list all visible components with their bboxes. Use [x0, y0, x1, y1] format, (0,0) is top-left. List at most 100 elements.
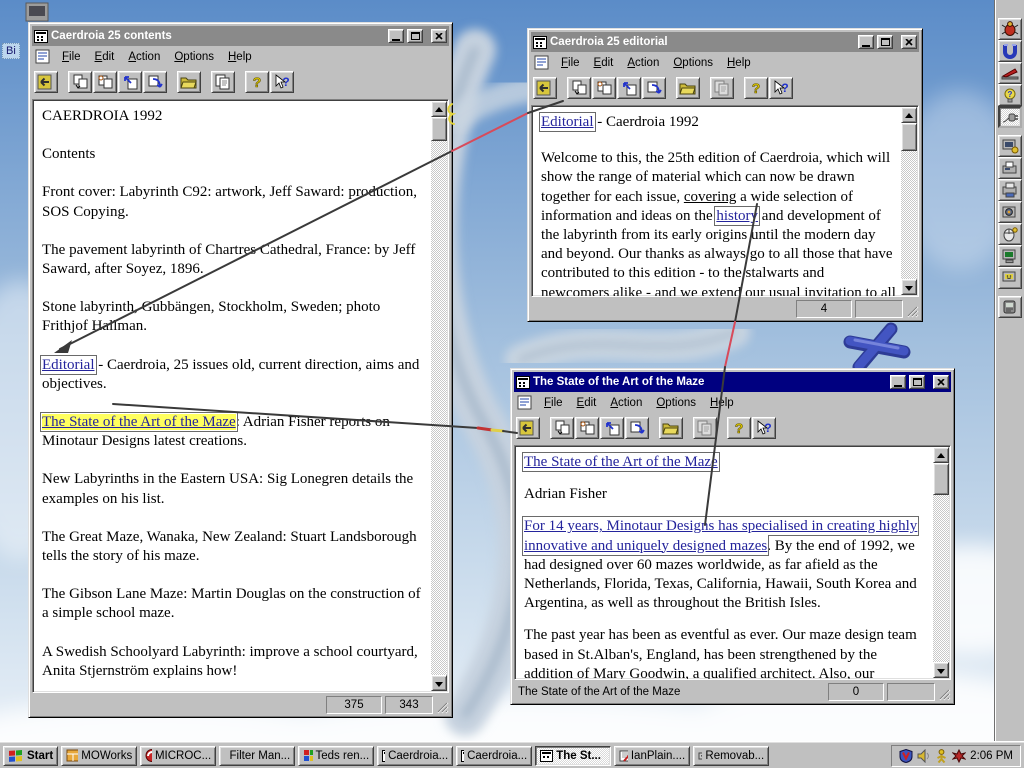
menu-edit[interactable]: Edit	[587, 55, 621, 71]
scrollbar-thumb[interactable]	[431, 117, 447, 141]
printer-icon[interactable]	[998, 179, 1022, 201]
scroll-up-button[interactable]	[901, 107, 917, 123]
taskbar-button-state-of-art[interactable]: The St...	[535, 745, 612, 766]
maximize-button[interactable]	[877, 35, 893, 49]
bug-icon[interactable]	[998, 18, 1022, 40]
scroll-up-button[interactable]	[431, 101, 447, 117]
menu-file[interactable]: File	[55, 49, 88, 65]
taskbar-button-microcosm[interactable]: MICROC...	[140, 745, 217, 766]
scheduler-person-icon[interactable]	[935, 748, 948, 763]
scrollbar-track[interactable]	[933, 463, 949, 662]
close-button[interactable]	[901, 35, 917, 49]
menu-edit[interactable]: Edit	[88, 49, 122, 65]
menu-options[interactable]: Options	[649, 395, 703, 411]
follow-link-button[interactable]	[550, 417, 574, 439]
resize-grip[interactable]	[436, 701, 449, 714]
titlebar[interactable]: The State of the Art of the Maze	[514, 372, 951, 392]
resize-grip[interactable]	[938, 688, 951, 701]
menu-action[interactable]: Action	[620, 55, 666, 71]
scrollbar-thumb[interactable]	[901, 123, 917, 151]
follow-link-button[interactable]	[567, 77, 591, 99]
editorial-link[interactable]: Editorial	[40, 354, 97, 375]
context-help-button[interactable]: ?	[752, 417, 776, 439]
menu-edit[interactable]: Edit	[570, 395, 604, 411]
maximize-button[interactable]	[407, 29, 423, 43]
help-button[interactable]: ?	[727, 417, 751, 439]
end-link-button[interactable]	[625, 417, 649, 439]
follow-link-button[interactable]	[68, 71, 92, 93]
maximize-button[interactable]	[909, 375, 925, 389]
history-link[interactable]: history	[714, 205, 761, 226]
menu-action[interactable]: Action	[603, 395, 649, 411]
obscured-desktop-icon-label[interactable]: Bi	[2, 43, 20, 59]
computer-coin-icon[interactable]	[998, 135, 1022, 157]
terminal-smiley-icon[interactable]	[998, 267, 1022, 289]
scroll-up-button[interactable]	[933, 447, 949, 463]
handheld-icon[interactable]	[998, 296, 1022, 318]
open-file-button[interactable]	[676, 77, 700, 99]
taskbar-button-filter-manager[interactable]: Filter Man...	[219, 745, 296, 766]
copy-button[interactable]	[693, 417, 717, 439]
end-link-button[interactable]	[642, 77, 666, 99]
end-link-button[interactable]	[143, 71, 167, 93]
context-help-button[interactable]: ?	[270, 71, 294, 93]
menu-file[interactable]: File	[537, 395, 570, 411]
menu-options[interactable]: Options	[167, 49, 221, 65]
antivirus-shield-icon[interactable]	[899, 748, 913, 763]
obscured-desktop-icon[interactable]	[25, 2, 49, 22]
context-help-button[interactable]: ?	[769, 77, 793, 99]
copy-button[interactable]	[211, 71, 235, 93]
menu-help[interactable]: Help	[703, 395, 741, 411]
menu-options[interactable]: Options	[666, 55, 720, 71]
menu-help[interactable]: Help	[720, 55, 758, 71]
help-button[interactable]: ?	[744, 77, 768, 99]
fax-icon[interactable]	[998, 157, 1022, 179]
taskbar-button-removable[interactable]: Removab...	[693, 745, 770, 766]
resize-grip[interactable]	[906, 305, 919, 318]
taskbar-button-caerdroia-1[interactable]: Caerdroia...	[377, 745, 454, 766]
minimize-button[interactable]	[890, 375, 906, 389]
minimize-button[interactable]	[388, 29, 404, 43]
menu-file[interactable]: File	[554, 55, 587, 71]
start-link-button[interactable]	[600, 417, 624, 439]
menu-action[interactable]: Action	[121, 49, 167, 65]
taskbar-button-moworks[interactable]: MOWorks	[61, 745, 138, 766]
close-button[interactable]	[431, 29, 447, 43]
menu-help[interactable]: Help	[221, 49, 259, 65]
vertical-scrollbar[interactable]	[933, 447, 949, 678]
taskbar-button-ianplain[interactable]: IanPlain....	[614, 745, 691, 766]
exit-button[interactable]	[533, 77, 557, 99]
titlebar[interactable]: Caerdroia 25 contents	[32, 26, 449, 46]
exit-button[interactable]	[34, 71, 58, 93]
help-button[interactable]: ?	[245, 71, 269, 93]
scroll-down-button[interactable]	[431, 675, 447, 691]
copy-button[interactable]	[710, 77, 734, 99]
open-file-button[interactable]	[659, 417, 683, 439]
show-links-button[interactable]	[592, 77, 616, 99]
show-links-button[interactable]	[93, 71, 117, 93]
camera-icon[interactable]	[998, 201, 1022, 223]
editorial-link[interactable]: Editorial	[539, 112, 596, 132]
terminal-green-icon[interactable]	[998, 245, 1022, 267]
minimize-button[interactable]	[858, 35, 874, 49]
taskbar-button-teds[interactable]: Teds ren...	[298, 745, 375, 766]
covering-anchor[interactable]: covering	[684, 189, 736, 205]
volume-icon[interactable]	[917, 748, 931, 763]
stapler-icon[interactable]	[998, 62, 1022, 84]
scroll-down-button[interactable]	[933, 662, 949, 678]
scrollbar-thumb[interactable]	[933, 463, 949, 495]
open-file-button[interactable]	[177, 71, 201, 93]
start-link-button[interactable]	[118, 71, 142, 93]
vertical-scrollbar[interactable]	[901, 107, 917, 295]
start-link-button[interactable]	[617, 77, 641, 99]
taskbar-clock[interactable]: 2:06 PM	[970, 750, 1013, 762]
scroll-down-button[interactable]	[901, 279, 917, 295]
scrollbar-track[interactable]	[901, 123, 917, 279]
virus-scan-icon[interactable]	[952, 748, 967, 763]
close-button[interactable]	[933, 375, 949, 389]
vertical-scrollbar[interactable]	[431, 101, 447, 691]
bulb-help-icon[interactable]: ?	[998, 84, 1022, 106]
taskbar-button-caerdroia-2[interactable]: Caerdroia...	[456, 745, 533, 766]
plug-icon[interactable]	[998, 106, 1022, 128]
magnet-icon[interactable]	[998, 40, 1022, 62]
